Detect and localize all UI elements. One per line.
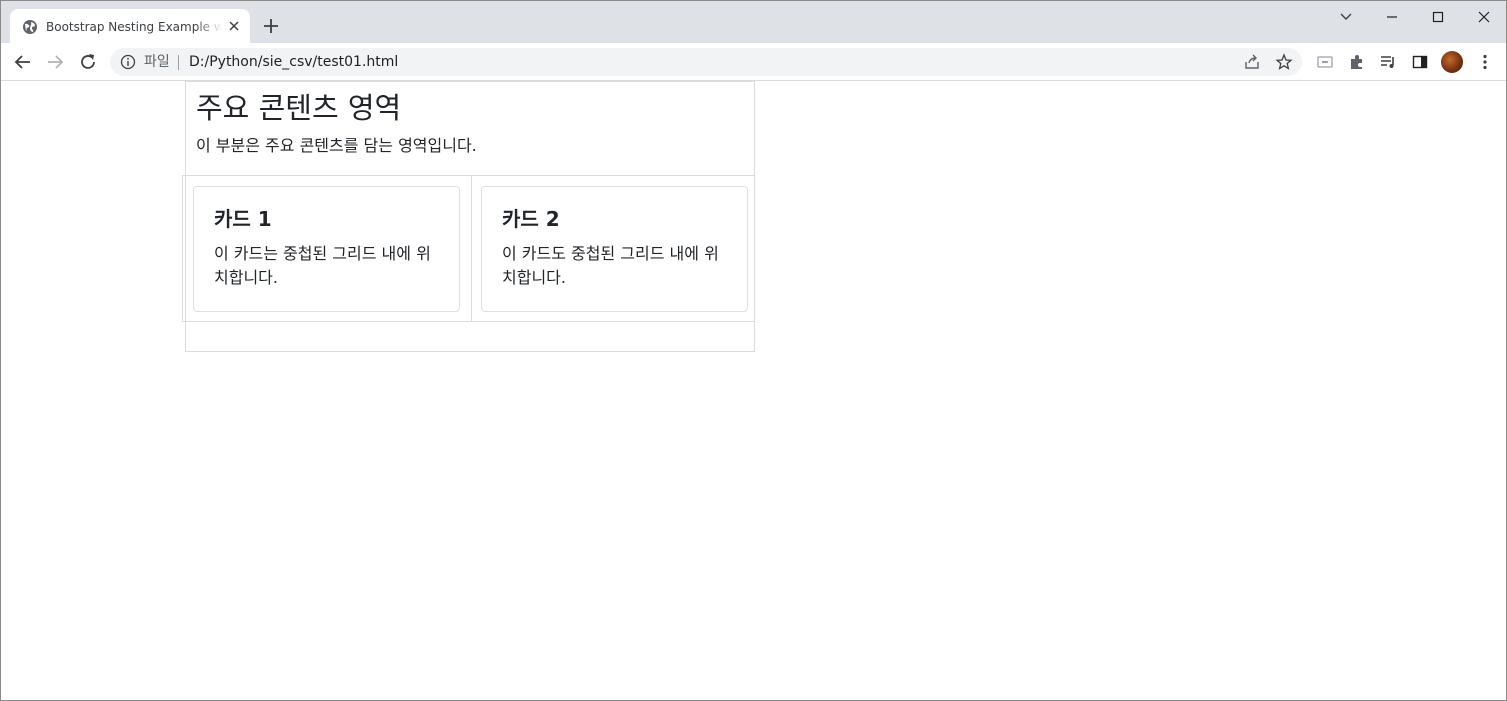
address-bar[interactable]: 파일 D:/Python/sie_csv/test01.html	[110, 48, 1302, 76]
more-menu-icon[interactable]	[1475, 52, 1495, 72]
main-content-area: 주요 콘텐츠 영역 이 부분은 주요 콘텐츠를 담는 영역입니다. 카드 1 이…	[182, 81, 755, 352]
page-viewport: 주요 콘텐츠 영역 이 부분은 주요 콘텐츠를 담는 영역입니다. 카드 1 이…	[1, 81, 1506, 700]
url-text[interactable]: D:/Python/sie_csv/test01.html	[189, 53, 398, 71]
grid-column-2: 카드 2 이 카드도 중첩된 그리드 내에 위치합니다.	[471, 176, 760, 321]
share-icon[interactable]	[1243, 53, 1261, 71]
browser-tab-strip: Bootstrap Nesting Example with	[1, 1, 1506, 43]
tab-search-chevron-icon[interactable]	[1334, 7, 1358, 27]
nested-grid-row: 카드 1 이 카드는 중첩된 그리드 내에 위치합니다. 카드 2 이 카드도 …	[182, 175, 755, 322]
card-text: 이 카드도 중첩된 그리드 내에 위치합니다.	[502, 244, 719, 287]
scheme-label: 파일	[144, 54, 170, 70]
card-title: 카드 1	[214, 207, 272, 231]
card-text: 이 카드는 중첩된 그리드 내에 위치합니다.	[214, 244, 431, 287]
card-2: 카드 2 이 카드도 중첩된 그리드 내에 위치합니다.	[481, 186, 748, 312]
minimize-icon[interactable]	[1380, 7, 1404, 27]
tab-title: Bootstrap Nesting Example with	[46, 20, 222, 34]
grid-column-1: 카드 1 이 카드는 중첩된 그리드 내에 위치합니다.	[183, 176, 472, 321]
browser-toolbar: 파일 D:/Python/sie_csv/test01.html	[1, 43, 1506, 81]
card-1: 카드 1 이 카드는 중첩된 그리드 내에 위치합니다.	[193, 186, 460, 312]
cast-media-icon[interactable]	[1315, 52, 1335, 72]
bookmark-star-icon[interactable]	[1275, 53, 1293, 71]
maximize-icon[interactable]	[1426, 7, 1450, 27]
side-panel-icon[interactable]	[1410, 52, 1430, 72]
main-description: 이 부분은 주요 콘텐츠를 담는 영역입니다.	[196, 136, 477, 155]
media-playlist-icon[interactable]	[1378, 52, 1398, 72]
new-tab-plus-icon[interactable]	[260, 15, 282, 37]
reload-icon[interactable]	[77, 51, 99, 73]
card-title: 카드 2	[502, 207, 560, 231]
extensions-puzzle-icon[interactable]	[1347, 52, 1367, 72]
forward-arrow-icon[interactable]	[44, 51, 66, 73]
globe-icon	[23, 20, 37, 34]
address-divider	[178, 55, 179, 70]
browser-tab[interactable]: Bootstrap Nesting Example with	[10, 9, 250, 43]
main-heading: 주요 콘텐츠 영역	[196, 91, 402, 125]
back-arrow-icon[interactable]	[12, 51, 34, 73]
info-icon[interactable]	[120, 54, 136, 70]
window-close-icon[interactable]	[1472, 7, 1496, 27]
profile-avatar[interactable]	[1441, 51, 1463, 73]
close-tab-icon[interactable]	[226, 18, 242, 34]
